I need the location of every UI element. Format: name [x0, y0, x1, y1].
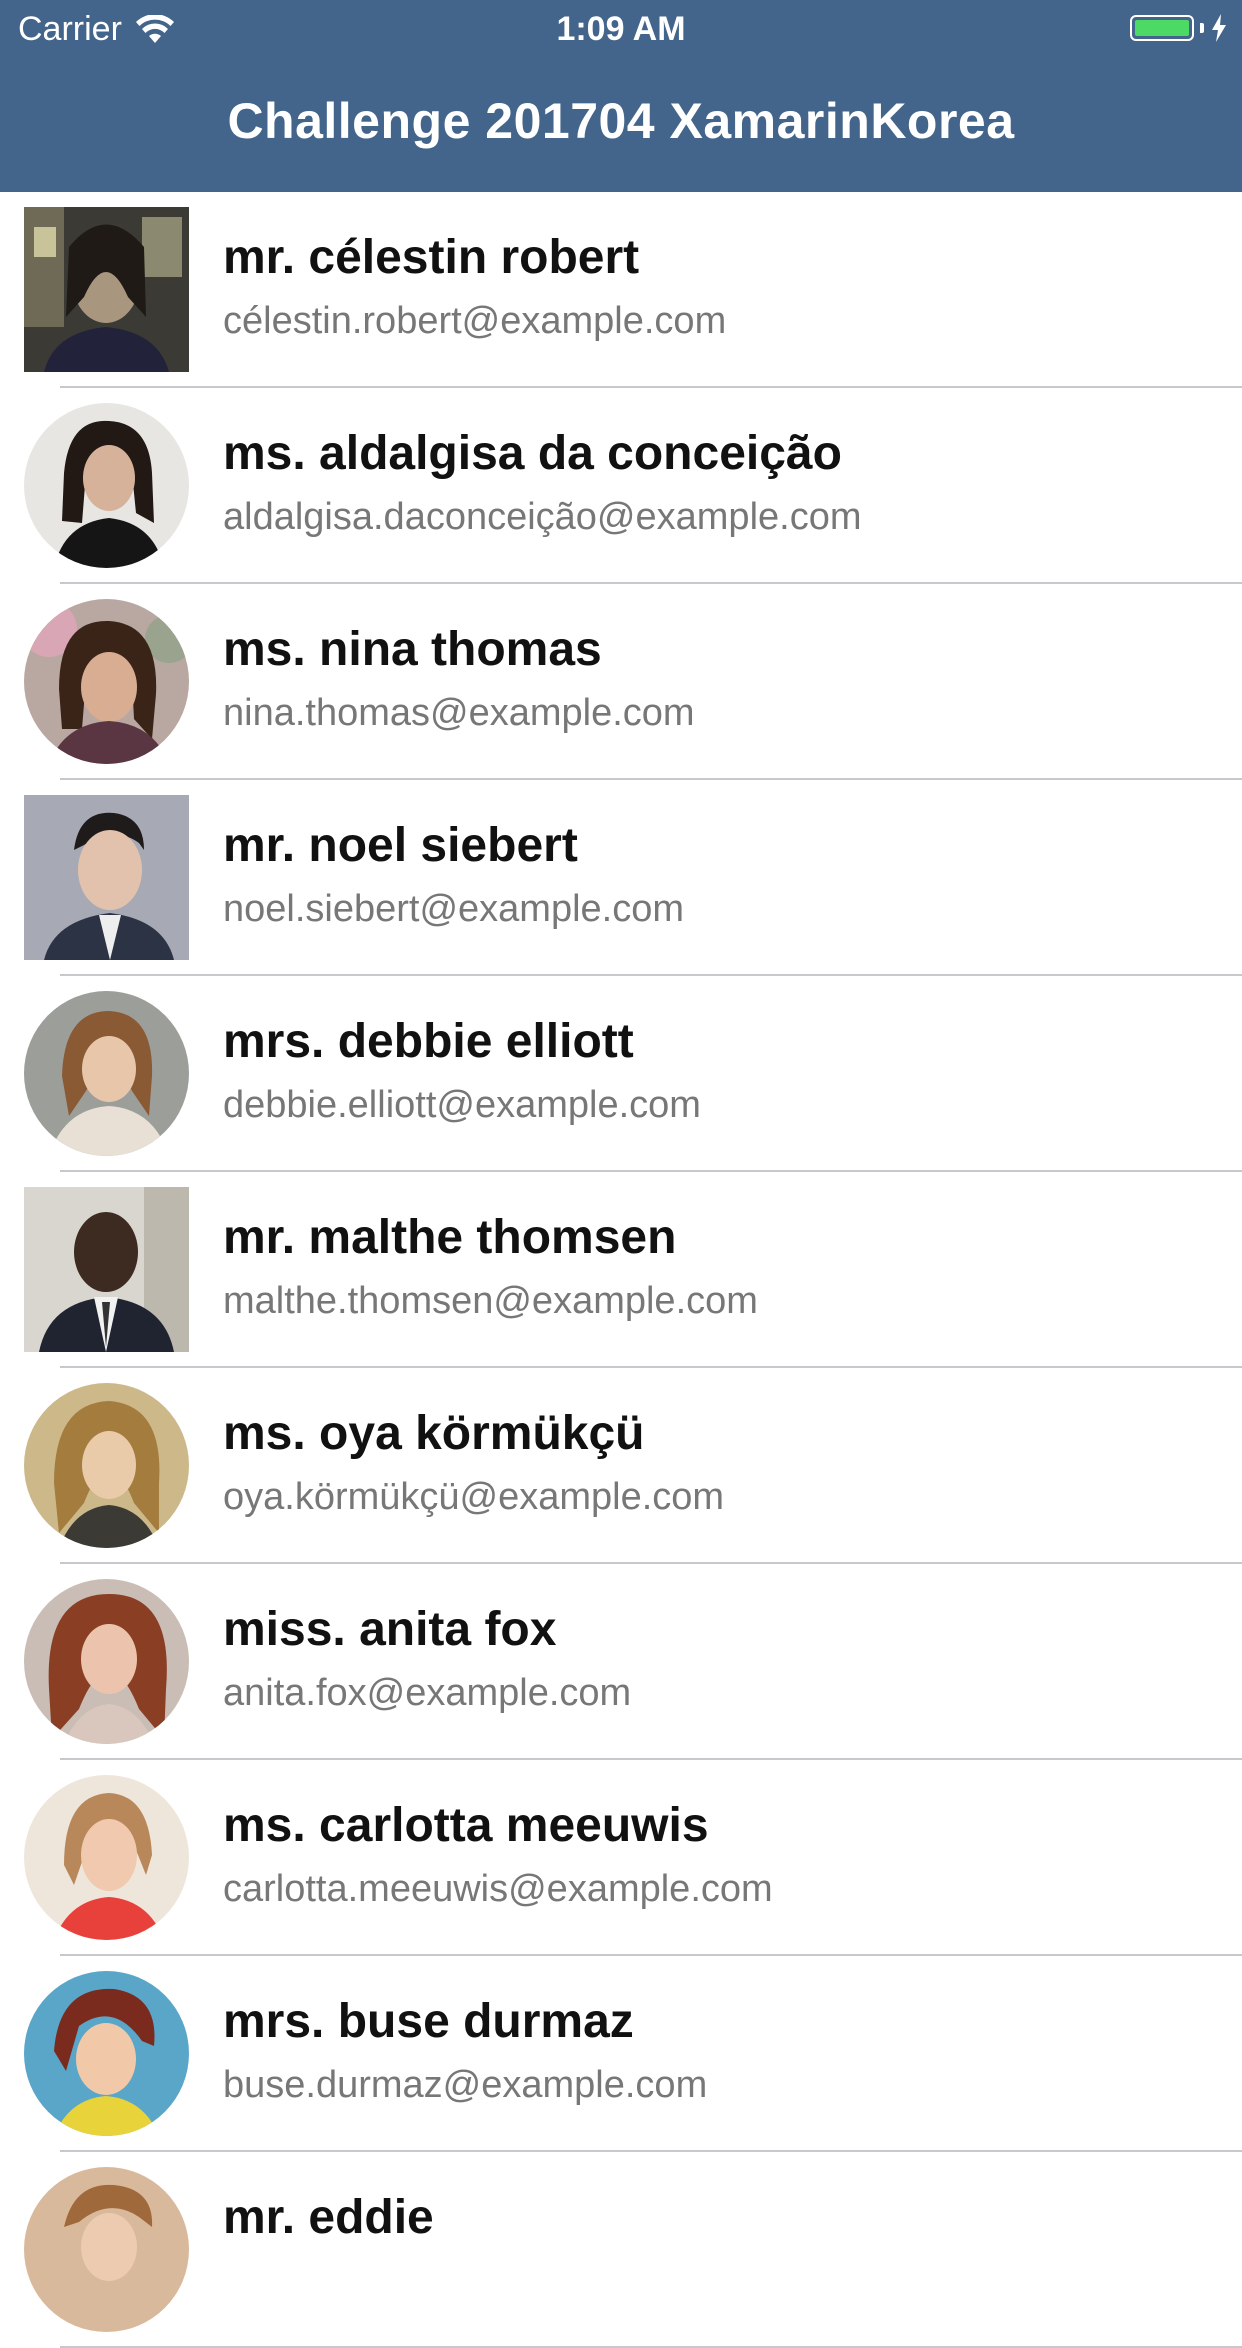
contact-name: mr. malthe thomsen	[223, 1211, 677, 1264]
contact-email: noel.siebert@example.com	[223, 888, 685, 930]
contact-email: aldalgisa.daconceição@example.com	[223, 496, 862, 538]
list-item[interactable]: ms. carlotta meeuwis carlotta.meeuwis@ex…	[0, 1760, 1242, 1956]
avatar	[24, 991, 189, 1156]
contact-name: mr. célestin robert	[223, 231, 640, 284]
list-item[interactable]: ms. nina thomas nina.thomas@example.com	[0, 584, 1242, 780]
list-item[interactable]: mr. noel siebert noel.siebert@example.co…	[0, 780, 1242, 976]
contact-email: nina.thomas@example.com	[223, 692, 695, 734]
contact-name: mrs. buse durmaz	[223, 1995, 634, 2048]
list-item[interactable]: ms. aldalgisa da conceição aldalgisa.dac…	[0, 388, 1242, 584]
list-item[interactable]: mrs. debbie elliott debbie.elliott@examp…	[0, 976, 1242, 1172]
battery-indicator	[1130, 14, 1228, 42]
avatar	[24, 1579, 189, 1744]
contact-email: carlotta.meeuwis@example.com	[223, 1868, 773, 1910]
avatar	[24, 1187, 189, 1352]
contact-name: ms. aldalgisa da conceição	[223, 427, 842, 480]
bolt-icon	[1212, 14, 1226, 42]
avatar	[24, 207, 189, 372]
list-item[interactable]: mr. malthe thomsen malthe.thomsen@exampl…	[0, 1172, 1242, 1368]
list-item[interactable]: mrs. buse durmaz buse.durmaz@example.com	[0, 1956, 1242, 2152]
contact-email: anita.fox@example.com	[223, 1672, 632, 1714]
avatar	[24, 403, 189, 568]
status-bar: Carrier 1:09 AM	[0, 0, 1242, 60]
contact-email: debbie.elliott@example.com	[223, 1084, 701, 1126]
avatar	[24, 2167, 189, 2332]
contact-name: mr. eddie	[223, 2191, 434, 2244]
contact-name: ms. carlotta meeuwis	[223, 1799, 709, 1852]
avatar	[24, 1383, 189, 1548]
contact-name: mr. noel siebert	[223, 819, 578, 872]
avatar	[24, 599, 189, 764]
contact-name: mrs. debbie elliott	[223, 1015, 634, 1068]
contact-name: ms. nina thomas	[223, 623, 602, 676]
page-title: Challenge 201704 XamarinKorea	[227, 93, 1015, 149]
contact-list[interactable]: mr. célestin robert célestin.robert@exam…	[0, 192, 1242, 2348]
battery-tip	[1200, 23, 1204, 33]
contact-email: célestin.robert@example.com	[223, 300, 727, 342]
battery-level	[1135, 20, 1189, 36]
list-item[interactable]: ms. oya körmükçü oya.körmükçü@example.co…	[0, 1368, 1242, 1564]
contact-email: malthe.thomsen@example.com	[223, 1280, 758, 1322]
contact-name: miss. anita fox	[223, 1603, 557, 1656]
contact-name: ms. oya körmükçü	[223, 1407, 645, 1460]
avatar	[24, 1775, 189, 1940]
list-item[interactable]: mr. eddie	[0, 2152, 1242, 2348]
battery-icon	[1130, 15, 1194, 41]
contact-email: buse.durmaz@example.com	[223, 2064, 708, 2106]
list-item[interactable]: mr. célestin robert célestin.robert@exam…	[0, 192, 1242, 388]
avatar	[24, 1971, 189, 2136]
navigation-header: Carrier 1:09 AM Challenge 201704 Xamarin…	[0, 0, 1242, 192]
contact-email: oya.körmükçü@example.com	[223, 1476, 725, 1518]
status-time: 1:09 AM	[556, 10, 686, 48]
avatar	[24, 795, 189, 960]
list-item[interactable]: miss. anita fox anita.fox@example.com	[0, 1564, 1242, 1760]
